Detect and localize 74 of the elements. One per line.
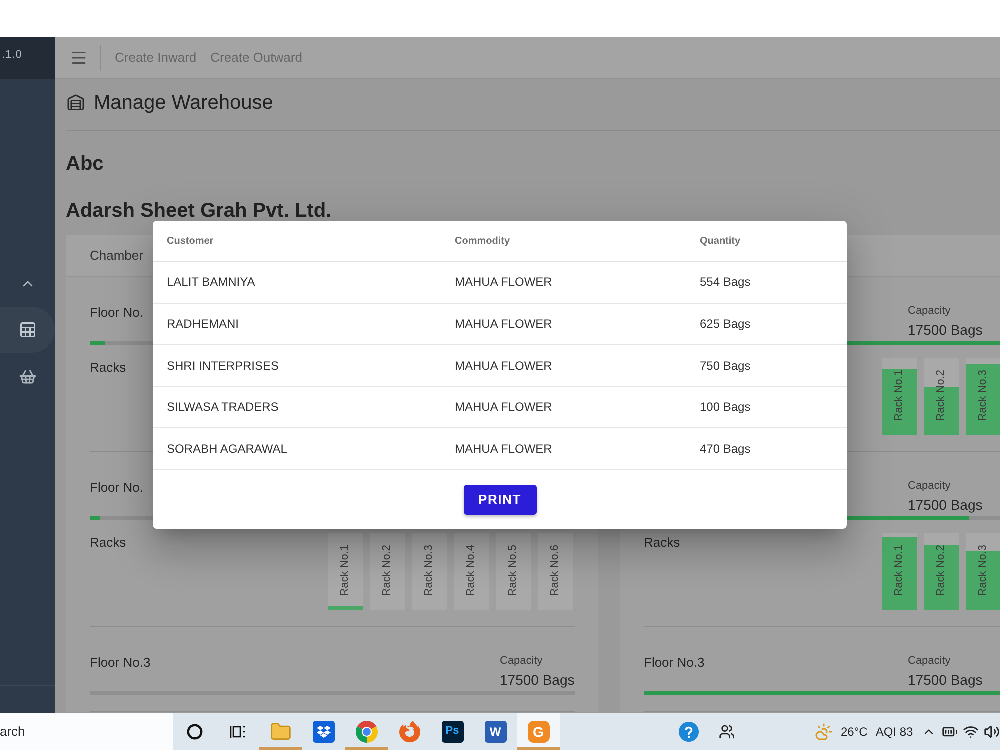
column-header: Commodity bbox=[455, 236, 510, 247]
app-logo: G bbox=[528, 720, 550, 742]
floor-title: Floor No.3 bbox=[90, 654, 151, 672]
capacity-value: 17500 Bags bbox=[500, 671, 575, 690]
table-cell: SHRI INTERPRISES bbox=[167, 358, 280, 372]
task-view-icon bbox=[230, 724, 246, 740]
app-logo: W bbox=[484, 720, 506, 742]
rack-label: Rack No.3 bbox=[977, 370, 990, 422]
table-cell: 625 Bags bbox=[700, 316, 751, 331]
table-icon bbox=[18, 321, 36, 339]
table-cell: MAHUA FLOWER bbox=[455, 275, 552, 290]
table-cell: SILWASA TRADERS bbox=[167, 400, 279, 414]
table-cell: MAHUA FLOWER bbox=[455, 400, 552, 414]
capacity-value: 17500 Bags bbox=[908, 321, 983, 340]
weather-button[interactable]: 26°C AQI 83 bbox=[815, 713, 920, 750]
table-cell: 750 Bags bbox=[700, 358, 751, 372]
wifi-icon bbox=[962, 724, 979, 740]
app-logo: Ps bbox=[442, 720, 464, 742]
taskbar-button[interactable]: Ps bbox=[431, 713, 474, 750]
ring-icon bbox=[186, 724, 202, 740]
company-name: Adarsh Sheet Grah Pvt. Ltd. bbox=[66, 201, 332, 221]
version-text: .1.0 bbox=[2, 49, 22, 61]
table-cell: 470 Bags bbox=[700, 442, 751, 456]
round-logo-icon bbox=[356, 720, 378, 742]
folder-icon bbox=[270, 720, 292, 742]
column-header: Customer bbox=[167, 236, 214, 247]
capacity-label: Capacity bbox=[908, 654, 951, 668]
rack-label: Rack No.1 bbox=[893, 370, 906, 422]
speaker-icon bbox=[984, 724, 1000, 740]
temperature-text: 26°C bbox=[841, 724, 868, 738]
sidebar-item[interactable] bbox=[0, 307, 55, 353]
capacity-value: 17500 Bags bbox=[908, 496, 983, 515]
rack-label: Rack No.4 bbox=[465, 545, 478, 596]
people-icon bbox=[719, 724, 735, 740]
table-cell: SORABH AGARAWAL bbox=[167, 442, 288, 456]
table-cell: LALIT BAMNIYA bbox=[167, 275, 256, 290]
racks-label: Racks bbox=[644, 534, 680, 552]
basket-icon bbox=[18, 368, 36, 386]
fox-logo-icon bbox=[398, 720, 420, 742]
racks-label: Racks bbox=[90, 359, 126, 377]
rack-label: Rack No.1 bbox=[339, 545, 352, 596]
print-button[interactable]: PRINT bbox=[464, 484, 536, 515]
column-header: Quantity bbox=[700, 236, 741, 247]
page-title: Manage Warehouse bbox=[94, 91, 274, 115]
aqi-text: AQI 83 bbox=[876, 724, 914, 738]
rack-label: Rack No.3 bbox=[977, 545, 990, 596]
capacity-label: Capacity bbox=[908, 479, 951, 493]
table-cell: RADHEMANI bbox=[167, 316, 240, 331]
table-cell: 100 Bags bbox=[700, 400, 751, 414]
rack-label: Rack No.2 bbox=[935, 370, 948, 422]
sun-cloud-icon bbox=[815, 722, 833, 740]
table-cell: 554 Bags bbox=[700, 275, 751, 290]
floor-title: Floor No. bbox=[90, 304, 144, 322]
floor-title: Floor No.3 bbox=[644, 654, 705, 672]
table-cell: MAHUA FLOWER bbox=[455, 442, 552, 456]
help-icon bbox=[679, 722, 699, 742]
rack-label: Rack No.2 bbox=[381, 545, 394, 596]
floor-title: Floor No. bbox=[90, 479, 144, 497]
warehouse-name: Abc bbox=[66, 152, 104, 176]
racks-label: Racks bbox=[90, 534, 126, 552]
table-cell: MAHUA FLOWER bbox=[455, 358, 552, 372]
rack-label: Rack No.1 bbox=[893, 545, 906, 596]
rack-label: Rack No.5 bbox=[507, 545, 520, 596]
rack-label: Rack No.3 bbox=[423, 545, 436, 596]
taskbar-button[interactable]: W bbox=[474, 713, 517, 750]
capacity-label: Capacity bbox=[500, 654, 543, 668]
capacity-value: 17500 Bags bbox=[908, 671, 983, 690]
table-cell: MAHUA FLOWER bbox=[455, 316, 552, 331]
diamond-logo-icon bbox=[312, 720, 334, 742]
search-field[interactable]: arch bbox=[0, 713, 173, 750]
rack-label: Rack No.2 bbox=[935, 545, 948, 596]
warehouse-icon bbox=[67, 94, 85, 112]
rack-label: Rack No.6 bbox=[549, 545, 562, 596]
capacity-label: Capacity bbox=[908, 304, 951, 318]
